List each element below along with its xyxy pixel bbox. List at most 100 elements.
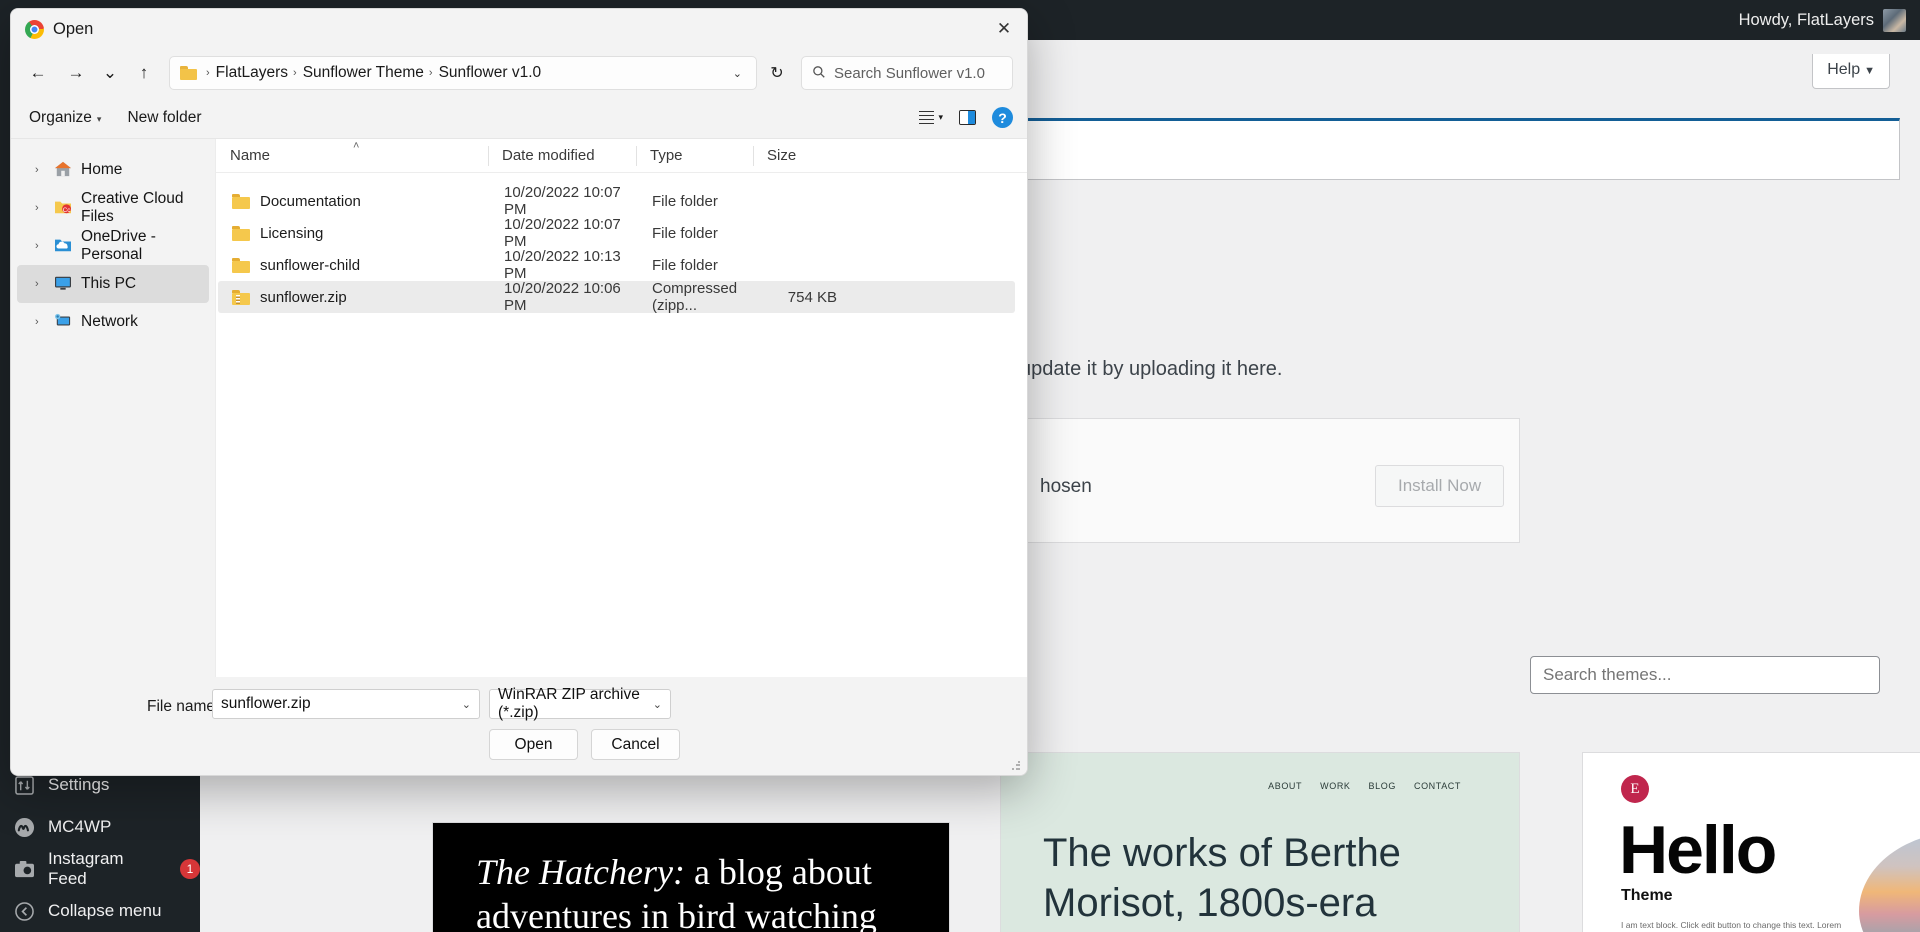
up-icon[interactable]: ↑	[127, 56, 161, 90]
sidebar-item-label: Settings	[48, 775, 110, 794]
folder-icon	[232, 225, 250, 241]
chevron-right-icon[interactable]: ›	[35, 164, 47, 176]
back-icon[interactable]: ←	[21, 56, 55, 90]
nav-item-work: WORK	[1320, 781, 1351, 791]
theme-card-subheading: Theme	[1621, 887, 1673, 904]
theme-card-heading: Hello	[1619, 812, 1777, 888]
new-folder-button[interactable]: New folder	[127, 109, 201, 127]
organize-label: Organize	[29, 108, 92, 126]
column-header-type[interactable]: Type	[636, 139, 753, 173]
file-type-cell: File folder	[652, 256, 718, 274]
file-name-label: sunflower-child	[260, 256, 361, 274]
theme-card-hello-elementor[interactable]: E Hello Theme I am text block. Click edi…	[1582, 752, 1920, 932]
file-name-label: File name:	[147, 698, 220, 715]
sidebar-item-instagram-feed[interactable]: Instagram Feed 1	[0, 848, 200, 890]
tree-item-onedrive-personal[interactable]: › OneDrive - Personal	[17, 227, 209, 265]
chevron-down-icon: ▾	[938, 111, 943, 122]
tree-item-label: OneDrive - Personal	[81, 228, 156, 263]
theme-card-title: The Hatchery: a blog about adventures in…	[476, 851, 931, 932]
theme-title-emphasis: The Hatchery:	[476, 852, 685, 892]
hamburger-glyph	[919, 108, 935, 126]
nav-item-blog: BLOG	[1368, 781, 1396, 791]
chevron-right-icon[interactable]: ›	[35, 202, 47, 214]
table-row[interactable]: Documentation 10/20/2022 10:07 PM File f…	[218, 184, 1015, 218]
navigation-tree-pane: › Home › Cc Creative Cloud Files › OneDr…	[11, 139, 216, 677]
tree-item-label: Home	[81, 161, 123, 178]
dialog-navigation-bar: ← → ⌄ ↑ › FlatLayers › Sunflower Theme ›…	[11, 49, 1027, 97]
folder-icon	[232, 193, 250, 209]
theme-card-hatchery[interactable]: The Hatchery: a blog about adventures in…	[432, 822, 950, 932]
sidebar-item-collapse-menu[interactable]: Collapse menu	[0, 890, 200, 932]
folder-icon	[180, 66, 197, 80]
theme-card-berthe[interactable]: ABOUT WORK BLOG CONTACT The works of Ber…	[1000, 752, 1520, 932]
creative-cloud-icon: Cc	[54, 199, 74, 217]
settings-icon	[12, 773, 36, 797]
tree-item-this-pc[interactable]: › This PC	[17, 265, 209, 303]
chevron-down-icon[interactable]: ⌄	[462, 698, 471, 711]
organize-button[interactable]: Organize ▾	[29, 109, 101, 127]
wp-menu-list: Settings MC4WP Instagram Feed 1 Collapse…	[0, 764, 200, 932]
file-name-input[interactable]: sunflower.zip ⌄	[212, 689, 480, 719]
chevron-down-icon[interactable]: ⌄	[725, 67, 750, 80]
refresh-icon[interactable]: ↻	[761, 56, 793, 90]
search-input[interactable]: Search Sunflower v1.0	[801, 56, 1013, 90]
breadcrumb[interactable]: › FlatLayers › Sunflower Theme › Sunflow…	[169, 56, 757, 90]
close-icon[interactable]: ✕	[981, 9, 1027, 49]
column-header-name[interactable]: Name ˄	[216, 139, 488, 173]
tree-item-home[interactable]: › Home	[17, 151, 209, 189]
search-themes-input[interactable]	[1530, 656, 1880, 694]
help-tab-button[interactable]: Help ▼	[1812, 54, 1890, 89]
dialog-toolbar: Organize ▾ New folder ▾ ?	[11, 97, 1027, 139]
sidebar-item-mc4wp[interactable]: MC4WP	[0, 806, 200, 848]
table-row[interactable]: sunflower.zip 10/20/2022 10:06 PM Compre…	[218, 280, 1015, 314]
tree-item-creative-cloud-files[interactable]: › Cc Creative Cloud Files	[17, 189, 209, 227]
this-pc-icon	[54, 275, 74, 293]
howdy-menu[interactable]: Howdy, FlatLayers	[1738, 8, 1906, 32]
open-button[interactable]: Open	[489, 729, 578, 760]
file-date-cell: 10/20/2022 10:13 PM	[504, 248, 621, 282]
file-date-cell: 10/20/2022 10:06 PM	[504, 280, 621, 314]
file-type-cell: File folder	[652, 192, 718, 210]
table-row[interactable]: Licensing 10/20/2022 10:07 PM File folde…	[218, 216, 1015, 250]
breadcrumb-item-sunflower-theme[interactable]: Sunflower Theme	[303, 64, 424, 82]
chevron-right-icon[interactable]: ›	[35, 278, 47, 290]
chevron-right-icon[interactable]: ›	[35, 316, 47, 328]
install-now-button[interactable]: Install Now	[1375, 465, 1505, 507]
theme-preview-nav: ABOUT WORK BLOG CONTACT	[1268, 781, 1461, 791]
chevron-down-icon[interactable]: ⌄	[653, 698, 662, 711]
home-icon	[54, 161, 74, 179]
column-header-date-modified[interactable]: Date modified	[488, 139, 636, 173]
file-type-select[interactable]: WinRAR ZIP archive (*.zip) ⌄	[489, 686, 671, 721]
help-icon[interactable]: ?	[992, 107, 1013, 128]
column-header-size[interactable]: Size	[753, 139, 841, 173]
collapse-icon	[12, 899, 36, 923]
file-list-pane: Name ˄ Date modified Type Size Documenta…	[216, 139, 1027, 677]
theme-card-body-text: I am text block. Click edit button to ch…	[1621, 920, 1842, 930]
sidebar-badge-count: 1	[180, 859, 200, 879]
nav-item-about: ABOUT	[1268, 781, 1303, 791]
cancel-button[interactable]: Cancel	[591, 729, 680, 760]
howdy-label: Howdy, FlatLayers	[1738, 10, 1874, 29]
file-list-header: Name ˄ Date modified Type Size	[216, 139, 1027, 173]
toolbar-right-group: ▾ ?	[919, 107, 1013, 128]
file-name-label: Licensing	[260, 224, 324, 242]
tree-item-network[interactable]: › Network	[17, 303, 209, 341]
onedrive-icon	[54, 237, 74, 255]
file-type-value: WinRAR ZIP archive (*.zip)	[498, 686, 640, 721]
chevron-right-icon[interactable]: ›	[35, 240, 47, 252]
file-name-label: Documentation	[260, 192, 361, 210]
breadcrumb-item-sunflower-v1[interactable]: Sunflower v1.0	[439, 64, 542, 82]
recent-locations-icon[interactable]: ⌄	[97, 56, 123, 90]
folder-icon	[232, 257, 250, 273]
column-header-name-label: Name	[230, 147, 271, 164]
list-view-icon[interactable]: ▾	[919, 108, 943, 126]
file-name-cell: sunflower.zip	[218, 289, 490, 306]
theme-card-title: The works of Berthe Morisot, 1800s-era F…	[1043, 831, 1401, 932]
file-name-value: sunflower.zip	[221, 695, 311, 712]
forward-icon[interactable]: →	[59, 56, 93, 90]
chevron-down-icon: ▼	[1864, 65, 1875, 77]
breadcrumb-item-flatlayers[interactable]: FlatLayers	[216, 64, 288, 82]
resize-grip-icon[interactable]	[1011, 761, 1021, 771]
preview-pane-icon[interactable]	[959, 110, 976, 125]
table-row[interactable]: sunflower-child 10/20/2022 10:13 PM File…	[218, 248, 1015, 282]
